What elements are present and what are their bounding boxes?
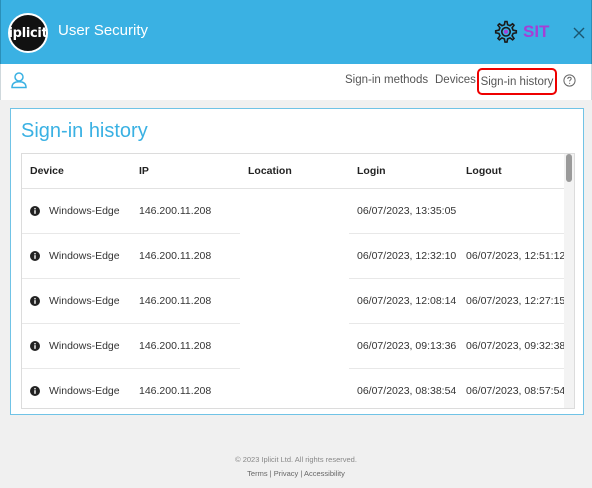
device-name: Windows-Edge bbox=[49, 204, 120, 217]
terms-link[interactable]: Terms bbox=[247, 469, 267, 478]
info-icon[interactable] bbox=[30, 340, 40, 351]
ip-cell: 146.200.11.208 bbox=[131, 368, 240, 408]
table-row: Windows-Edge 146.200.11.208 06/07/2023, … bbox=[22, 188, 566, 234]
logo-text: iplicit bbox=[8, 25, 48, 41]
footer-links: Terms | Privacy | Accessibility bbox=[0, 469, 592, 478]
location-cell bbox=[240, 233, 349, 278]
iplicit-logo: iplicit bbox=[8, 13, 48, 53]
login-cell: 06/07/2023, 13:35:05 bbox=[349, 188, 458, 234]
user-icon[interactable] bbox=[10, 71, 28, 89]
env-badge-label: SIT bbox=[523, 22, 550, 41]
ip-cell: 146.200.11.208 bbox=[131, 323, 240, 369]
column-header-ip: IP bbox=[131, 154, 240, 189]
device-cell: Windows-Edge bbox=[22, 233, 131, 279]
ip-cell: 146.200.11.208 bbox=[131, 233, 240, 279]
tab-sign-in-history[interactable]: Sign-in history bbox=[477, 68, 557, 95]
device-cell: Windows-Edge bbox=[22, 188, 131, 234]
device-name: Windows-Edge bbox=[49, 249, 120, 262]
logout-cell: 06/07/2023, 08:57:54 bbox=[458, 368, 566, 408]
table-row: Windows-Edge 146.200.11.208 06/07/2023, … bbox=[22, 323, 566, 369]
login-cell: 06/07/2023, 12:08:14 bbox=[349, 278, 458, 324]
environment-badge: SIT bbox=[492, 18, 549, 46]
table-scrollbar[interactable] bbox=[564, 154, 574, 408]
device-cell: Windows-Edge bbox=[22, 323, 131, 369]
close-icon[interactable] bbox=[569, 23, 589, 43]
privacy-link[interactable]: Privacy bbox=[274, 469, 299, 478]
device-name: Windows-Edge bbox=[49, 339, 120, 352]
column-header-login: Login bbox=[349, 154, 458, 189]
ip-cell: 146.200.11.208 bbox=[131, 188, 240, 234]
column-header-device: Device bbox=[22, 154, 131, 189]
device-name: Windows-Edge bbox=[49, 384, 120, 397]
tab-sign-in-methods[interactable]: Sign-in methods bbox=[345, 74, 428, 86]
device-name: Windows-Edge bbox=[49, 294, 120, 307]
sign-in-history-card: Sign-in history Device IP Location Login… bbox=[10, 108, 584, 415]
device-cell: Windows-Edge bbox=[22, 368, 131, 408]
copyright-text: © 2023 Iplicit Ltd. All rights reserved. bbox=[235, 455, 357, 464]
help-icon[interactable] bbox=[563, 74, 576, 87]
info-icon[interactable] bbox=[30, 295, 40, 306]
table-header-row: Device IP Location Login Logout bbox=[22, 154, 566, 189]
login-cell: 06/07/2023, 08:38:54 bbox=[349, 368, 458, 408]
location-cell bbox=[240, 188, 349, 233]
accessibility-link[interactable]: Accessibility bbox=[304, 469, 345, 478]
table-row: Windows-Edge 146.200.11.208 06/07/2023, … bbox=[22, 368, 566, 408]
location-cell bbox=[240, 278, 349, 323]
location-cell bbox=[240, 323, 349, 368]
sign-in-table-container[interactable]: Device IP Location Login Logout Windows-… bbox=[21, 153, 575, 409]
logout-cell: 06/07/2023, 12:51:12 bbox=[458, 233, 566, 279]
location-cell bbox=[240, 368, 349, 408]
logout-cell: 06/07/2023, 09:32:38 bbox=[458, 323, 566, 369]
info-icon[interactable] bbox=[30, 250, 40, 261]
info-icon[interactable] bbox=[30, 385, 40, 396]
page-title: Sign-in history bbox=[21, 120, 148, 142]
app-header: iplicit User Security SIT bbox=[0, 0, 592, 64]
logout-cell: 06/07/2023, 12:27:15 bbox=[458, 278, 566, 324]
nav-bar: Sign-in methods Devices Sign-in history bbox=[0, 64, 592, 100]
info-icon[interactable] bbox=[30, 205, 40, 216]
gear-icon bbox=[494, 20, 518, 43]
table-row: Windows-Edge 146.200.11.208 06/07/2023, … bbox=[22, 233, 566, 279]
device-cell: Windows-Edge bbox=[22, 278, 131, 324]
scrollbar-thumb[interactable] bbox=[566, 154, 572, 182]
column-header-location: Location bbox=[240, 154, 349, 189]
ip-cell: 146.200.11.208 bbox=[131, 278, 240, 324]
tab-devices[interactable]: Devices bbox=[435, 74, 476, 86]
login-cell: 06/07/2023, 12:32:10 bbox=[349, 233, 458, 279]
table-row: Windows-Edge 146.200.11.208 06/07/2023, … bbox=[22, 278, 566, 324]
column-header-logout: Logout bbox=[458, 154, 566, 189]
app-title: User Security bbox=[58, 22, 149, 39]
logout-cell bbox=[458, 188, 566, 234]
login-cell: 06/07/2023, 09:13:36 bbox=[349, 323, 458, 369]
sign-in-history-table: Device IP Location Login Logout Windows-… bbox=[22, 154, 566, 408]
